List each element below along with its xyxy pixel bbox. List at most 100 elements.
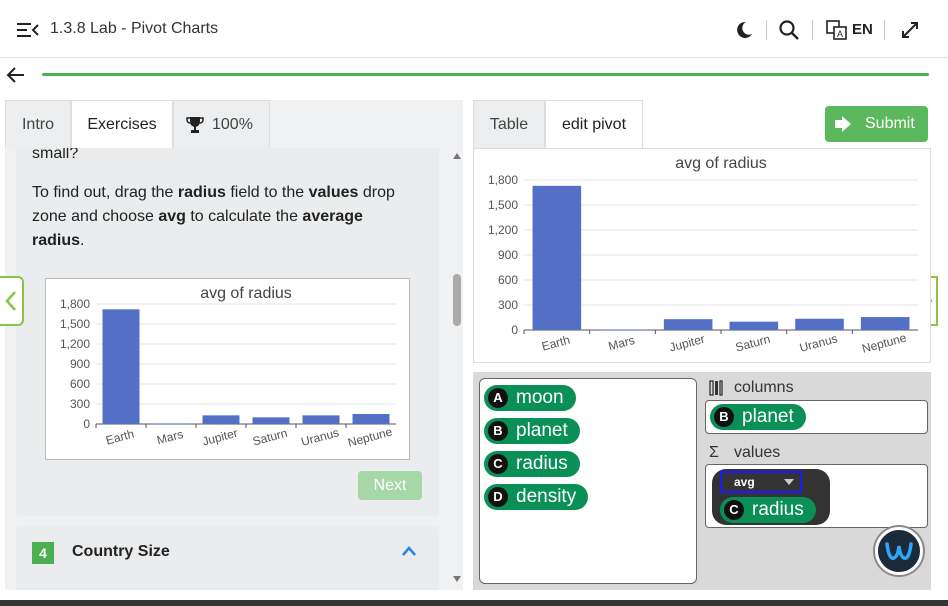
exercise-card: small? To find out, drag the radius fiel… [16,148,439,516]
x-tick-label: Jupiter [668,332,706,355]
field-planet[interactable]: Bplanet [484,418,580,444]
workspace-tabs: Table edit pivot Submit [473,100,931,148]
bar-mars [598,329,647,331]
bar-jupiter [663,319,713,330]
aggregation-select[interactable]: avg [720,471,802,493]
submit-label: Submit [865,115,915,132]
tab-score[interactable]: 100% [173,100,270,148]
submit-arrow-icon [835,116,851,132]
search-icon[interactable] [778,18,800,42]
x-tick-label: Earth [104,427,135,448]
y-tick-label: 1,200 [488,223,518,237]
field-label: planet [516,420,568,441]
score-label: 100% [212,116,253,133]
bar-jupiter [202,415,240,424]
y-tick-label: 900 [498,248,518,262]
field-moon[interactable]: Amoon [484,385,576,411]
columns-drop-zone[interactable]: Bplanet [705,400,928,434]
x-tick-label: Mars [155,427,184,447]
example-chart: avg of radius 0 300 600 900 1,200 1,500 1,800 Ea… [45,278,410,460]
chart-title: avg of radius [675,155,767,172]
field-label: radius [752,499,804,520]
scrollbar-thumb[interactable] [453,274,461,326]
section-card[interactable]: 4 Country Size [16,526,439,590]
scroll-down-arrow-icon[interactable] [453,576,461,582]
instruction-text: To find out, drag the radius field to th… [32,184,395,249]
previous-page-button[interactable] [0,276,24,326]
next-button[interactable]: Next [358,471,422,500]
y-tick-label: 1,800 [488,173,518,187]
values-label: values [734,444,781,461]
pivot-editor: Amoon Bplanet Cradius Ddensity columns B… [473,372,931,590]
dropdown-caret-icon [784,479,794,485]
columns-label: columns [734,379,794,396]
scrollbar[interactable] [451,148,463,590]
tab-table[interactable]: Table [473,100,545,148]
bar-neptune [352,414,390,424]
tab-exercises[interactable]: Exercises [71,100,173,148]
example-chart-svg: avg of radius 0 300 600 900 1,200 1,500 1,800 Ea… [60,285,396,450]
svg-text:A: A [837,29,843,39]
bar-earth [532,185,582,330]
x-tick-label: Earth [540,333,571,354]
top-bar: 1.3.8 Lab - Pivot Charts A EN [0,0,948,58]
field-badge: C [724,500,744,520]
assistant-logo-icon [885,542,913,560]
columns-field-planet[interactable]: Bplanet [710,404,806,430]
collapse-menu-icon[interactable] [17,20,39,40]
field-radius[interactable]: Cradius [484,451,580,477]
field-label: planet [742,406,794,427]
y-tick-label: 300 [498,298,518,312]
y-tick-label: 600 [498,273,518,287]
fields-list[interactable]: Amoon Bplanet Cradius Ddensity [479,378,697,584]
divider [884,20,885,40]
back-arrow-icon[interactable] [6,66,26,84]
values-field-radius[interactable]: Cradius [720,497,816,523]
divider [766,20,767,40]
chevron-left-icon [5,291,16,311]
window-bottom-edge [0,600,948,606]
values-drop-zone[interactable]: avg Cradius [705,464,928,528]
translate-icon[interactable]: A [826,18,848,42]
chevron-up-icon[interactable] [401,545,417,557]
aggregation-value: avg [734,475,755,489]
field-density[interactable]: Ddensity [484,484,589,510]
section-title: Country Size [72,543,170,560]
sigma-icon: Σ [709,444,719,461]
scroll-up-arrow-icon[interactable] [453,153,461,159]
submit-button[interactable]: Submit [825,106,928,142]
y-tick-label: 600 [70,377,90,391]
page-title: 1.3.8 Lab - Pivot Charts [50,20,219,37]
chart-title: avg of radius [200,285,292,302]
pivot-chart-svg: avg of radius 0 300 600 900 1,200 1,500 1,800 Ea… [488,155,918,356]
field-label: density [516,486,577,507]
field-badge: C [488,454,508,474]
bar-saturn [729,321,779,330]
pivot-chart: avg of radius 0 300 600 900 1,200 1,500 1,800 Ea… [473,148,931,363]
divider [812,20,813,40]
expand-icon[interactable] [900,18,920,42]
y-tick-label: 1,200 [60,337,90,351]
x-tick-label: Jupiter [201,426,239,449]
exercise-scroll-area[interactable]: small? To find out, drag the radius fiel… [5,148,463,590]
dark-mode-icon[interactable] [734,18,754,42]
bar-earth [102,309,140,424]
field-badge: A [488,388,508,408]
workspace-panel: Table edit pivot Submit avg of radius 0 30… [473,100,931,590]
y-tick-label: 0 [511,323,518,337]
bar-uranus [302,415,340,424]
x-tick-label: Neptune [860,330,908,355]
x-tick-label: Saturn [734,332,772,355]
bar-uranus [795,318,844,330]
y-tick-label: 1,500 [60,317,90,331]
lesson-panel: Intro Exercises 100% small? To find out,… [5,100,463,590]
language-selector[interactable]: EN [852,21,873,38]
bar-neptune [860,317,910,330]
x-tick-label: Uranus [299,425,340,449]
y-tick-label: 300 [70,397,90,411]
field-badge: D [488,487,508,507]
tab-edit-pivot[interactable]: edit pivot [545,100,643,148]
assistant-launcher[interactable] [875,527,923,575]
tab-intro[interactable]: Intro [5,100,71,148]
field-label: moon [516,387,564,408]
